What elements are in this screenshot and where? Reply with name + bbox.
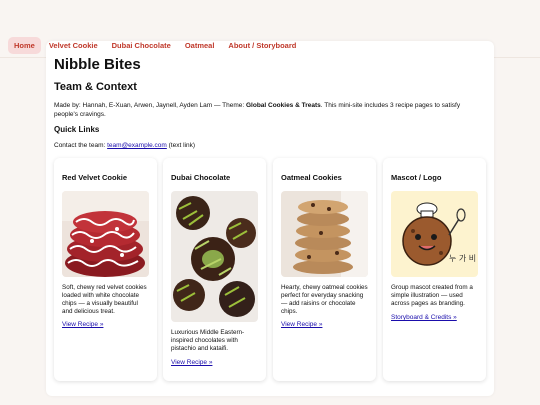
- card-title: Oatmeal Cookies: [281, 173, 342, 182]
- view-recipe-link[interactable]: View Recipe »: [281, 321, 322, 328]
- theme-name: Global Cookies & Treats: [245, 102, 321, 109]
- card-description: Hearty, chewy oatmeal cookies perfect fo…: [281, 284, 368, 315]
- view-recipe-link[interactable]: View Recipe »: [62, 321, 103, 328]
- recipe-card-dubai-chocolate: Dubai Chocolate Luxurious Middle Eastern…: [163, 158, 266, 381]
- card-title: Dubai Chocolate: [171, 173, 231, 182]
- view-recipe-link[interactable]: View Recipe »: [171, 359, 212, 366]
- quick-links-heading: Quick Links: [54, 125, 100, 134]
- card-description: Group mascot created from a simple illus…: [391, 284, 473, 307]
- nav-dubai-chocolate[interactable]: Dubai Chocolate: [106, 37, 177, 54]
- main-panel: Nibble Bites Team & Context Made by: Han…: [46, 41, 494, 396]
- team-description: Made by: Hannah, E-Xuan, Arwen, Jaynell,…: [54, 102, 484, 119]
- top-nav: Home Velvet Cookie Dubai Chocolate Oatme…: [8, 37, 302, 54]
- card-description: Luxurious Middle Eastern-inspired chocol…: [171, 329, 245, 352]
- red-velvet-cookie-image: [62, 191, 149, 277]
- svg-text:누 가 비: 누 가 비: [449, 254, 476, 263]
- mascot-image: 누 가 비: [391, 191, 478, 277]
- nav-velvet-cookie[interactable]: Velvet Cookie: [43, 37, 104, 54]
- page-title: Nibble Bites: [54, 56, 141, 73]
- nav-home[interactable]: Home: [8, 37, 41, 54]
- nav-oatmeal[interactable]: Oatmeal: [179, 37, 221, 54]
- dubai-chocolate-image: [171, 191, 258, 322]
- team-heading: Team & Context: [54, 81, 137, 93]
- storyboard-credits-link[interactable]: Storyboard & Credits »: [391, 314, 457, 321]
- card-description: Soft, chewy red velvet cookies loaded wi…: [62, 284, 147, 315]
- card-title: Red Velvet Cookie: [62, 173, 128, 182]
- contact-suffix: (text link): [166, 142, 195, 149]
- nav-about-storyboard[interactable]: About / Storyboard: [222, 37, 302, 54]
- oatmeal-cookies-image: [281, 191, 368, 277]
- contact-prefix: Contact the team:: [54, 142, 108, 149]
- card-title: Mascot / Logo: [391, 173, 442, 182]
- recipe-card-oatmeal: Oatmeal Cookies Hearty, chewy oatmeal co…: [273, 158, 376, 381]
- made-prefix: Made by: Hannah, E-Xuan, Arwen, Jaynell,…: [54, 102, 246, 109]
- team-email-link[interactable]: team@example.com: [107, 142, 167, 149]
- contact-line: Contact the team: team@example.com (text…: [54, 142, 195, 149]
- mascot-card: Mascot / Logo 누 가 비 Group mascot created…: [383, 158, 486, 381]
- recipe-card-red-velvet: Red Velvet Cookie Soft, chewy red velvet…: [54, 158, 157, 381]
